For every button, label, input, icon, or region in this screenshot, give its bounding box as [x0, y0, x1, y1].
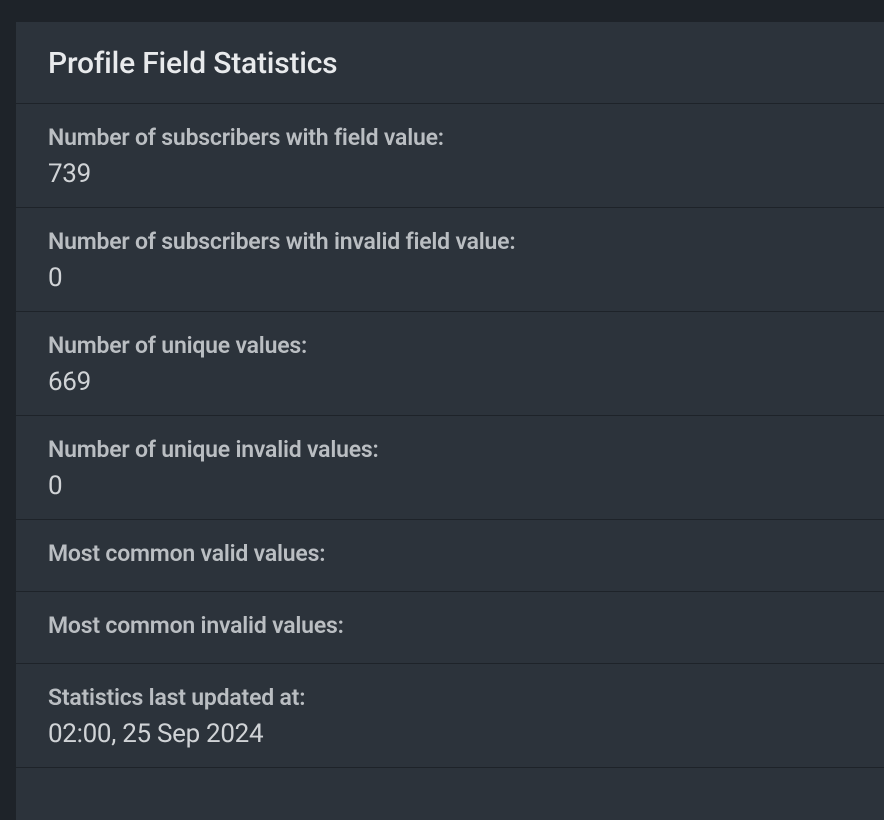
- stat-label: Most common invalid values:: [48, 610, 852, 641]
- stat-label: Most common valid values:: [48, 538, 852, 569]
- stat-value: 0: [48, 471, 852, 501]
- stat-row-unique-invalid: Number of unique invalid values: 0: [16, 416, 884, 520]
- stat-label: Number of unique invalid values:: [48, 434, 852, 465]
- stat-value: 669: [48, 367, 852, 397]
- stat-value: 02:00, 25 Sep 2024: [48, 719, 852, 749]
- statistics-panel: Profile Field Statistics Number of subsc…: [16, 22, 884, 768]
- bottom-space: [16, 768, 884, 820]
- stat-row-last-updated: Statistics last updated at: 02:00, 25 Se…: [16, 664, 884, 768]
- stat-row-unique-values: Number of unique values: 669: [16, 312, 884, 416]
- stat-row-subscribers-invalid: Number of subscribers with invalid field…: [16, 208, 884, 312]
- stat-row-subscribers-with-value: Number of subscribers with field value: …: [16, 104, 884, 208]
- top-bar: [0, 0, 884, 22]
- stat-label: Statistics last updated at:: [48, 682, 852, 713]
- stat-row-common-invalid: Most common invalid values:: [16, 592, 884, 664]
- stat-row-common-valid: Most common valid values:: [16, 520, 884, 592]
- panel-title: Profile Field Statistics: [48, 46, 852, 81]
- panel-header: Profile Field Statistics: [16, 22, 884, 104]
- stat-value: 739: [48, 159, 852, 189]
- stat-label: Number of subscribers with field value:: [48, 122, 852, 153]
- stat-label: Number of subscribers with invalid field…: [48, 226, 852, 257]
- stat-value: 0: [48, 263, 852, 293]
- stat-label: Number of unique values:: [48, 330, 852, 361]
